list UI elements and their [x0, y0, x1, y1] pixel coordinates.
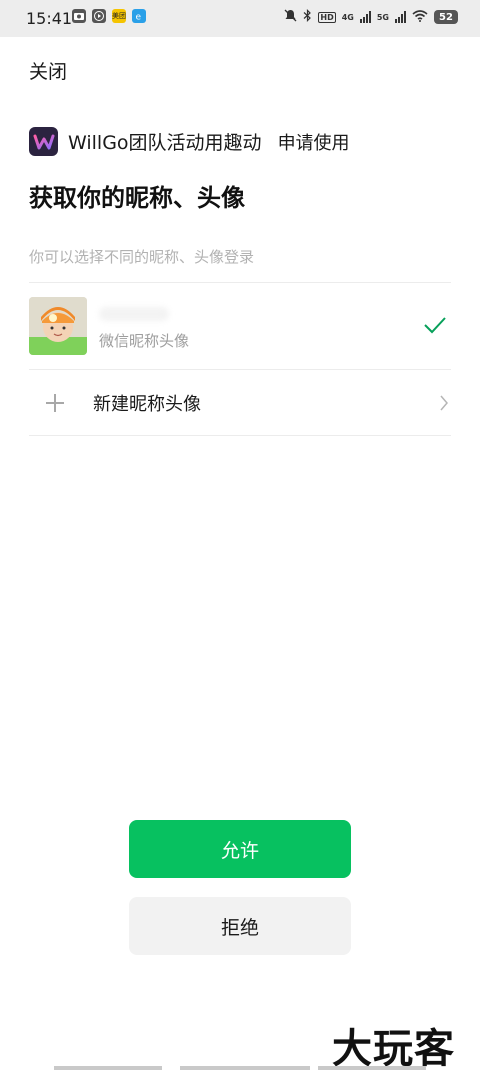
nav-bar-segment	[318, 1066, 426, 1070]
status-bar: 15:41 美团 e HD 4G 5G 52	[0, 0, 480, 37]
status-time: 15:41	[26, 9, 73, 28]
watermark-logo: 大玩客	[332, 1025, 455, 1070]
nickname-redacted	[99, 307, 169, 321]
signal-4g-label: 4G	[341, 12, 354, 22]
wifi-icon	[412, 9, 428, 25]
app-request-label: 申请使用	[277, 132, 350, 154]
allow-button[interactable]: 允许	[129, 820, 351, 878]
media-app-icon	[92, 9, 106, 23]
check-icon	[423, 316, 447, 338]
option-wechat-profile[interactable]: 微信昵称头像	[29, 296, 451, 356]
nav-bar-segment	[180, 1066, 310, 1070]
bluetooth-icon	[303, 9, 312, 25]
app-info-row: WillGo团队活动用趣动 申请使用	[29, 127, 350, 156]
permission-hint: 你可以选择不同的昵称、头像登录	[29, 248, 255, 266]
divider	[29, 435, 451, 436]
avatar	[29, 297, 87, 355]
close-button[interactable]: 关闭	[29, 57, 67, 84]
reject-button[interactable]: 拒绝	[129, 897, 351, 955]
camera-app-icon	[72, 9, 86, 23]
app-name: WillGo团队活动用趣动	[68, 132, 262, 154]
wechat-profile-texts: 微信昵称头像	[99, 297, 299, 355]
mute-icon	[284, 9, 297, 25]
plus-icon	[46, 394, 64, 412]
meituan-app-icon: 美团	[112, 9, 126, 23]
divider	[29, 369, 451, 370]
status-system-icons: HD 4G 5G 52	[284, 9, 458, 25]
chevron-right-icon	[439, 394, 449, 416]
battery-indicator: 52	[434, 10, 458, 24]
signal-5g-icon	[395, 11, 406, 23]
hd-badge: HD	[318, 11, 336, 23]
status-notification-icons: 美团 e	[72, 9, 146, 23]
browser-app-icon: e	[132, 9, 146, 23]
willgo-logo-icon	[29, 127, 58, 156]
signal-4g-icon	[359, 11, 371, 23]
signal-5g-label: 5G	[376, 12, 389, 22]
nav-bar-segment	[54, 1066, 162, 1070]
new-profile-label: 新建昵称头像	[93, 394, 201, 415]
svg-text:e: e	[136, 13, 142, 22]
divider	[29, 282, 451, 283]
option-new-profile[interactable]: 新建昵称头像	[29, 380, 451, 426]
wechat-profile-label: 微信昵称头像	[99, 332, 190, 350]
permission-title: 获取你的昵称、头像	[29, 184, 245, 212]
